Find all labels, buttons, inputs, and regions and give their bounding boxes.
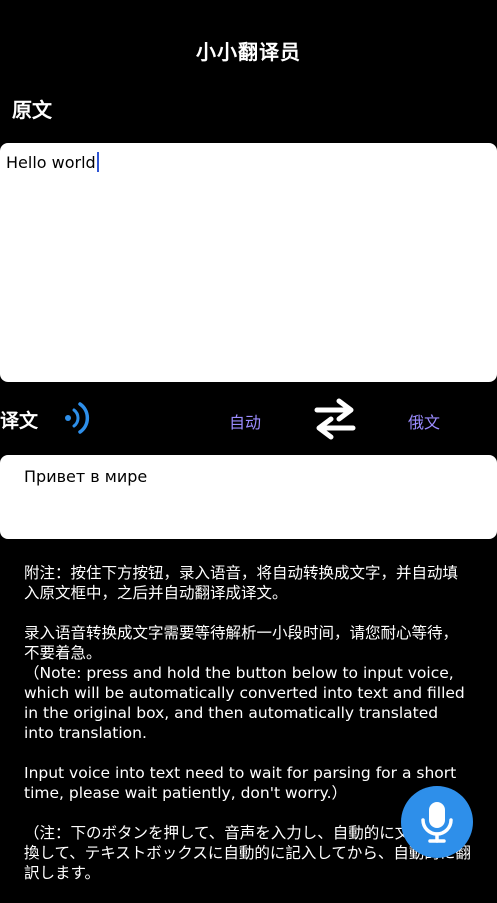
record-voice-button[interactable] <box>401 786 473 858</box>
note-zh-1: 附注：按住下方按钮，录入语音，将自动转换成文字，并自动填入原文框中，之后并自动翻… <box>24 564 459 602</box>
speaker-icon[interactable] <box>62 401 94 435</box>
source-label: 原文 <box>12 98 52 122</box>
page-title: 小小翻译员 <box>196 40 301 64</box>
target-label: 译文 <box>0 410 39 432</box>
text-caret <box>96 152 99 172</box>
note-en-1: （Note: press and hold the button below t… <box>24 664 465 742</box>
source-language-button[interactable]: 自动 <box>229 409 261 433</box>
swap-icon[interactable] <box>313 398 357 440</box>
translation-text: Привет в мире <box>24 467 148 486</box>
target-language-button[interactable]: 俄文 <box>408 409 440 433</box>
source-text[interactable]: Hello world <box>6 152 99 172</box>
source-input[interactable] <box>0 143 497 382</box>
note-zh-2: 录入语音转换成文字需要等待解析一小段时间，请您耐心等待，不要着急。 <box>24 624 459 662</box>
usage-notes: 附注：按住下方按钮，录入语音，将自动转换成文字，并自动填入原文框中，之后并自动翻… <box>24 563 472 903</box>
source-text-value: Hello world <box>6 152 96 172</box>
note-en-2: Input voice into text need to wait for p… <box>24 764 457 802</box>
microphone-icon <box>421 802 453 843</box>
